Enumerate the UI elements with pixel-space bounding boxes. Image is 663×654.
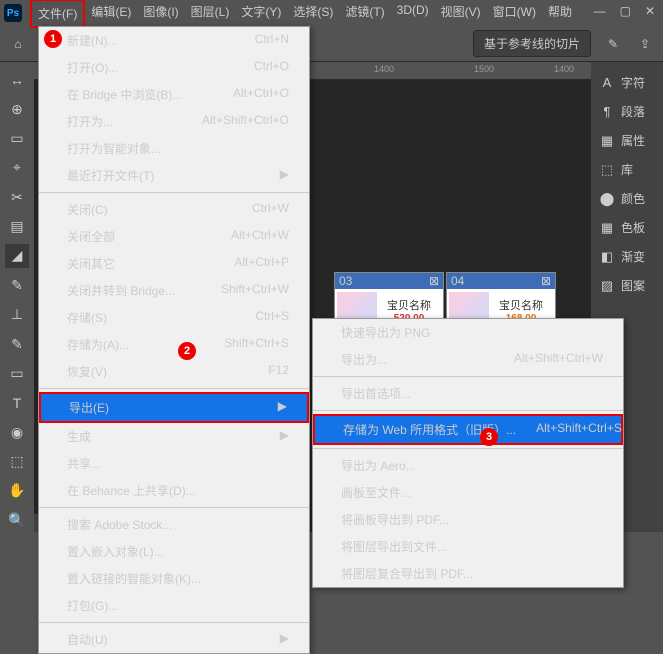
menu-item[interactable]: 自动(U)▶	[39, 626, 309, 653]
panel-icon: ▦	[599, 133, 615, 149]
menu-item[interactable]: 导出为 Aero...	[313, 452, 623, 479]
menu-视图[interactable]: 视图(V)	[435, 0, 487, 28]
panel-段落[interactable]: ¶段落	[591, 97, 663, 126]
panel-icon: ⬚	[599, 162, 615, 178]
tool-0[interactable]: ↔	[5, 68, 29, 91]
panel-icon: ⬤	[599, 191, 615, 207]
panel-属性[interactable]: ▦属性	[591, 126, 663, 155]
menu-item[interactable]: 打开为...Alt+Shift+Ctrl+O	[39, 108, 309, 135]
tool-8[interactable]: ⊥	[5, 303, 29, 326]
menu-滤镜[interactable]: 滤镜(T)	[339, 0, 390, 28]
panel-字符[interactable]: A字符	[591, 68, 663, 97]
menu-item[interactable]: 存储(S)Ctrl+S	[39, 304, 309, 331]
tool-11[interactable]: T	[5, 391, 29, 414]
menu-文字[interactable]: 文字(Y)	[235, 0, 287, 28]
panel-颜色[interactable]: ⬤颜色	[591, 184, 663, 213]
menu-item[interactable]: 最近打开文件(T)▶	[39, 162, 309, 189]
panel-icon: A	[599, 75, 615, 91]
file-menu-dropdown: 新建(N)...Ctrl+N打开(O)...Ctrl+O在 Bridge 中浏览…	[38, 26, 310, 654]
tool-3[interactable]: ⌖	[5, 156, 29, 179]
panel-渐变[interactable]: ◧渐变	[591, 242, 663, 271]
menu-item[interactable]: 打开(O)...Ctrl+O	[39, 54, 309, 81]
panel-icon: ▦	[599, 220, 615, 236]
menu-item[interactable]: 关闭全部Alt+Ctrl+W	[39, 223, 309, 250]
menu-item: 画板至文件...	[313, 479, 623, 506]
menu-item[interactable]: 恢复(V)F12	[39, 358, 309, 385]
menu-选择[interactable]: 选择(S)	[287, 0, 339, 28]
menu-窗口[interactable]: 窗口(W)	[487, 0, 542, 28]
menu-item[interactable]: 将图层复合导出到 PDF...	[313, 560, 623, 587]
menu-item[interactable]: 关闭(C)Ctrl+W	[39, 196, 309, 223]
menu-item[interactable]: 导出首选项...	[313, 380, 623, 407]
menu-item[interactable]: 置入嵌入对象(L)...	[39, 538, 309, 565]
annotation-badge-2: 2	[178, 342, 196, 360]
export-submenu-dropdown: 快速导出为 PNG导出为...Alt+Shift+Ctrl+W 导出首选项... 存…	[312, 318, 624, 588]
share-icon[interactable]: ⇪	[635, 34, 655, 54]
panel-色板[interactable]: ▦色板	[591, 213, 663, 242]
panel-icon: ▨	[599, 278, 615, 294]
panel-图案[interactable]: ▨图案	[591, 271, 663, 300]
tool-2[interactable]: ▭	[5, 127, 29, 150]
edit-icon[interactable]: ✎	[603, 34, 623, 54]
menu-item[interactable]: 将图层导出到文件...	[313, 533, 623, 560]
menu-item[interactable]: 生成▶	[39, 423, 309, 450]
tool-15[interactable]: 🔍	[5, 509, 29, 532]
minimize-icon: —	[594, 4, 606, 18]
tool-1[interactable]: ⊕	[5, 97, 29, 120]
tool-10[interactable]: ▭	[5, 362, 29, 385]
annotation-badge-3: 3	[480, 428, 498, 446]
app-logo: Ps	[4, 4, 22, 22]
menu-item[interactable]: 关闭并转到 Bridge...Shift+Ctrl+W	[39, 277, 309, 304]
maximize-icon: ▢	[620, 4, 631, 18]
menu-item[interactable]: 共享...	[39, 450, 309, 477]
menu-item[interactable]: 在 Bridge 中浏览(B)...Alt+Ctrl+O	[39, 81, 309, 108]
tool-4[interactable]: ✂	[5, 186, 29, 209]
tool-12[interactable]: ◉	[5, 421, 29, 444]
menu-item[interactable]: 置入链接的智能对象(K)...	[39, 565, 309, 592]
menu-item: 关闭其它Alt+Ctrl+P	[39, 250, 309, 277]
menu-item[interactable]: 搜索 Adobe Stock...	[39, 511, 309, 538]
menu-帮助[interactable]: 帮助	[542, 0, 578, 28]
close-icon: ✕	[645, 4, 655, 18]
menu-文件[interactable]: 文件(F)	[30, 0, 85, 28]
tool-7[interactable]: ✎	[5, 274, 29, 297]
menu-3D[interactable]: 3D(D)	[391, 0, 435, 28]
menu-item[interactable]: 新建(N)...Ctrl+N	[39, 27, 309, 54]
panel-icon: ¶	[599, 104, 615, 120]
menu-item[interactable]: 存储为 Web 所用格式（旧版）...Alt+Shift+Ctrl+S	[313, 414, 623, 445]
tool-9[interactable]: ✎	[5, 332, 29, 355]
window-controls[interactable]: — ▢ ✕	[594, 4, 655, 18]
menu-图像[interactable]: 图像(I)	[137, 0, 184, 28]
menu-item: 打包(G)...	[39, 592, 309, 619]
home-icon[interactable]: ⌂	[8, 34, 28, 54]
menubar: Ps 文件(F)编辑(E)图像(I)图层(L)文字(Y)选择(S)滤镜(T)3D…	[0, 0, 663, 26]
panel-库[interactable]: ⬚库	[591, 155, 663, 184]
menu-编辑[interactable]: 编辑(E)	[85, 0, 137, 28]
slice-button[interactable]: 基于参考线的切片	[473, 30, 591, 57]
panel-icon: ◧	[599, 249, 615, 265]
menu-item[interactable]: 导出(E)▶	[39, 392, 309, 423]
annotation-badge-1: 1	[44, 30, 62, 48]
menu-item[interactable]: 快速导出为 PNG	[313, 319, 623, 346]
menu-item: 将画板导出到 PDF...	[313, 506, 623, 533]
menu-item[interactable]: 存储为(A)...Shift+Ctrl+S	[39, 331, 309, 358]
tool-5[interactable]: ▤	[5, 215, 29, 238]
tools-panel: ↔ ⊕ ▭ ⌖ ✂ ▤ ◢ ✎ ⊥ ✎ ▭ T ◉ ⬚ ✋ 🔍	[0, 62, 34, 532]
menu-item[interactable]: 导出为...Alt+Shift+Ctrl+W	[313, 346, 623, 373]
tool-13[interactable]: ⬚	[5, 450, 29, 473]
menu-图层[interactable]: 图层(L)	[185, 0, 236, 28]
tool-6[interactable]: ◢	[5, 244, 29, 267]
tool-14[interactable]: ✋	[5, 479, 29, 502]
menu-item: 在 Behance 上共享(D)...	[39, 477, 309, 504]
menu-item[interactable]: 打开为智能对象...	[39, 135, 309, 162]
